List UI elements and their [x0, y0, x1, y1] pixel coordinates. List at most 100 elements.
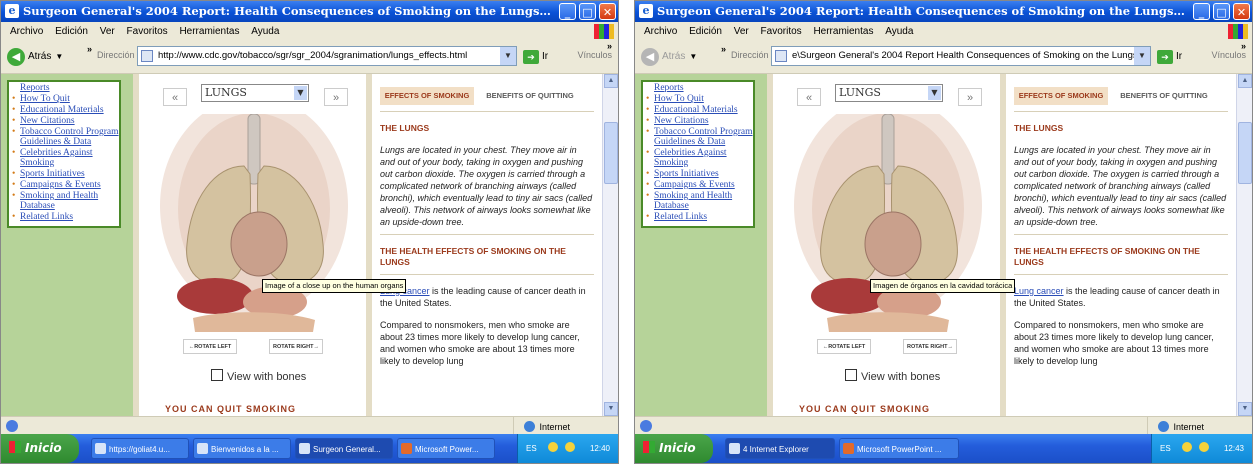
address-dropdown-icon[interactable]: ▼	[500, 47, 516, 65]
organ-select[interactable]: LUNGS ▼	[201, 84, 309, 102]
prev-organ-button[interactable]: «	[797, 88, 821, 106]
tab-effects-of-smoking[interactable]: EFFECTS OF SMOKING	[380, 87, 474, 105]
vertical-scrollbar[interactable]: ▲ ▼	[1236, 74, 1252, 416]
rotate-right-button[interactable]: ROTATE RIGHT→	[903, 339, 957, 354]
sidebar-item-celebrities[interactable]: • Celebrities Against Smoking	[643, 148, 753, 168]
taskbar-button-active[interactable]: Surgeon General...	[295, 438, 393, 459]
next-organ-button[interactable]: »	[324, 88, 348, 106]
rotate-left-button[interactable]: ←ROTATE LEFT	[183, 339, 237, 354]
start-button[interactable]: Inicio	[635, 434, 713, 463]
links-label[interactable]: Vínculos	[577, 50, 612, 60]
chevron-down-icon[interactable]: ▼	[55, 52, 63, 61]
sidebar-item-educational-materials[interactable]: • Educational Materials	[643, 105, 753, 115]
sidebar-item-new-citations[interactable]: • New Citations	[9, 116, 119, 126]
sidebar-item-tobacco-control[interactable]: • Tobacco Control Program Guidelines & Da…	[9, 127, 119, 147]
scroll-thumb[interactable]	[604, 122, 618, 184]
taskbar-button[interactable]: Microsoft PowerPoint ...	[839, 438, 959, 459]
menu-edicion[interactable]: Edición	[55, 26, 88, 37]
organs-image[interactable]	[153, 114, 355, 332]
back-button[interactable]: ◀ Atrás ▼	[641, 47, 697, 67]
sidebar-item-how-to-quit[interactable]: • How To Quit	[9, 94, 119, 104]
prev-organ-button[interactable]: «	[163, 88, 187, 106]
minimize-button[interactable]: _	[1193, 3, 1210, 20]
sidebar-item-database[interactable]: • Smoking and Health Database	[9, 191, 119, 211]
taskbar-button-active[interactable]: 4 Internet Explorer	[725, 438, 835, 459]
menu-ayuda[interactable]: Ayuda	[885, 26, 913, 37]
divider	[380, 274, 594, 275]
start-button[interactable]: Inicio	[1, 434, 79, 463]
menu-ver[interactable]: Ver	[734, 26, 749, 37]
menu-favoritos[interactable]: Favoritos	[127, 26, 168, 37]
sidebar-item-database[interactable]: • Smoking and Health Database	[643, 191, 753, 211]
rotate-right-button[interactable]: ROTATE RIGHT→	[269, 339, 323, 354]
quit-smoking-promo[interactable]: YOU CAN QUIT SMOKING	[165, 404, 296, 414]
tab-benefits-of-quitting[interactable]: BENEFITS OF QUITTING	[482, 87, 578, 105]
vertical-scrollbar[interactable]: ▲ ▼	[602, 74, 618, 416]
lungs-description: Lungs are located in your chest. They mo…	[1014, 145, 1227, 227]
title-bar[interactable]: e Surgeon General's 2004 Report: Health …	[1, 1, 618, 22]
menu-archivo[interactable]: Archivo	[10, 26, 43, 37]
view-bones-checkbox[interactable]: View with bones	[211, 369, 306, 383]
language-indicator[interactable]: ES	[526, 434, 537, 463]
tray-icon[interactable]	[548, 442, 558, 452]
back-button[interactable]: ◀ Atrás ▼	[7, 47, 63, 67]
address-dropdown-icon[interactable]: ▼	[1134, 47, 1150, 65]
sidebar-item-new-citations[interactable]: • New Citations	[643, 116, 753, 126]
menu-archivo[interactable]: Archivo	[644, 26, 677, 37]
tray-icon[interactable]	[1199, 442, 1210, 452]
scroll-down-icon[interactable]: ▼	[604, 402, 618, 416]
maximize-button[interactable]: □	[579, 3, 596, 20]
menu-ver[interactable]: Ver	[100, 26, 115, 37]
divider	[380, 111, 594, 112]
next-organ-button[interactable]: »	[958, 88, 982, 106]
scroll-down-icon[interactable]: ▼	[1238, 402, 1252, 416]
sidebar-item-sports[interactable]: • Sports Initiatives	[9, 169, 119, 179]
tray-icon[interactable]	[565, 442, 576, 452]
toolbar-chevron[interactable]: »	[721, 44, 726, 54]
sidebar-item-how-to-quit[interactable]: • How To Quit	[643, 94, 753, 104]
toolbar-chevron[interactable]: »	[87, 44, 92, 54]
organs-image[interactable]	[787, 114, 989, 332]
organ-select[interactable]: LUNGS ▼	[835, 84, 943, 102]
menu-herramientas[interactable]: Herramientas	[179, 26, 239, 37]
sidebar-item-celebrities[interactable]: • Celebrities Against Smoking	[9, 148, 119, 168]
minimize-button[interactable]: _	[559, 3, 576, 20]
rotate-left-button[interactable]: ←ROTATE LEFT	[817, 339, 871, 354]
language-indicator[interactable]: ES	[1160, 434, 1171, 463]
menu-favoritos[interactable]: Favoritos	[761, 26, 802, 37]
title-bar[interactable]: e Surgeon General's 2004 Report: Health …	[635, 1, 1252, 22]
sidebar-item-campaigns[interactable]: • Campaigns & Events	[643, 180, 753, 190]
taskbar-button[interactable]: Bienvenidos a la ...	[193, 438, 291, 459]
tray-icon[interactable]	[1182, 442, 1192, 452]
quit-smoking-promo[interactable]: YOU CAN QUIT SMOKING	[799, 404, 930, 414]
sidebar-item-related-links[interactable]: • Related Links	[9, 212, 119, 222]
close-button[interactable]: ✕	[599, 3, 616, 20]
sidebar-item-sports[interactable]: • Sports Initiatives	[643, 169, 753, 179]
tab-benefits-of-quitting[interactable]: BENEFITS OF QUITTING	[1116, 87, 1212, 105]
scroll-up-icon[interactable]: ▲	[604, 74, 618, 88]
address-field[interactable]: e\Surgeon General's 2004 Report Health C…	[771, 46, 1151, 66]
sidebar-item-educational-materials[interactable]: • Educational Materials	[9, 105, 119, 115]
menu-ayuda[interactable]: Ayuda	[251, 26, 279, 37]
close-button[interactable]: ✕	[1233, 3, 1250, 20]
sidebar-item-related-links[interactable]: • Related Links	[643, 212, 753, 222]
go-button[interactable]: ➔ Ir	[1157, 49, 1182, 65]
sidebar-item-reports[interactable]: Reports	[643, 83, 753, 93]
view-bones-checkbox[interactable]: View with bones	[845, 369, 940, 383]
tab-effects-of-smoking[interactable]: EFFECTS OF SMOKING	[1014, 87, 1108, 105]
maximize-button[interactable]: □	[1213, 3, 1230, 20]
sidebar-item-tobacco-control[interactable]: • Tobacco Control Program Guidelines & Da…	[643, 127, 753, 147]
lung-cancer-link[interactable]: Lung cancer	[1014, 286, 1064, 296]
scroll-thumb[interactable]	[1238, 122, 1252, 184]
menu-edicion[interactable]: Edición	[689, 26, 722, 37]
taskbar-button[interactable]: https://goliat4.u...	[91, 438, 189, 459]
menu-herramientas[interactable]: Herramientas	[813, 26, 873, 37]
sidebar-item-campaigns[interactable]: • Campaigns & Events	[9, 180, 119, 190]
chevron-down-icon[interactable]: ▼	[689, 52, 697, 61]
go-button[interactable]: ➔ Ir	[523, 49, 548, 65]
address-field[interactable]: http://www.cdc.gov/tobacco/sgr/sgr_2004/…	[137, 46, 517, 66]
sidebar-item-reports[interactable]: Reports	[9, 83, 119, 93]
scroll-up-icon[interactable]: ▲	[1238, 74, 1252, 88]
taskbar-button[interactable]: Microsoft Power...	[397, 438, 495, 459]
links-label[interactable]: Vínculos	[1211, 50, 1246, 60]
